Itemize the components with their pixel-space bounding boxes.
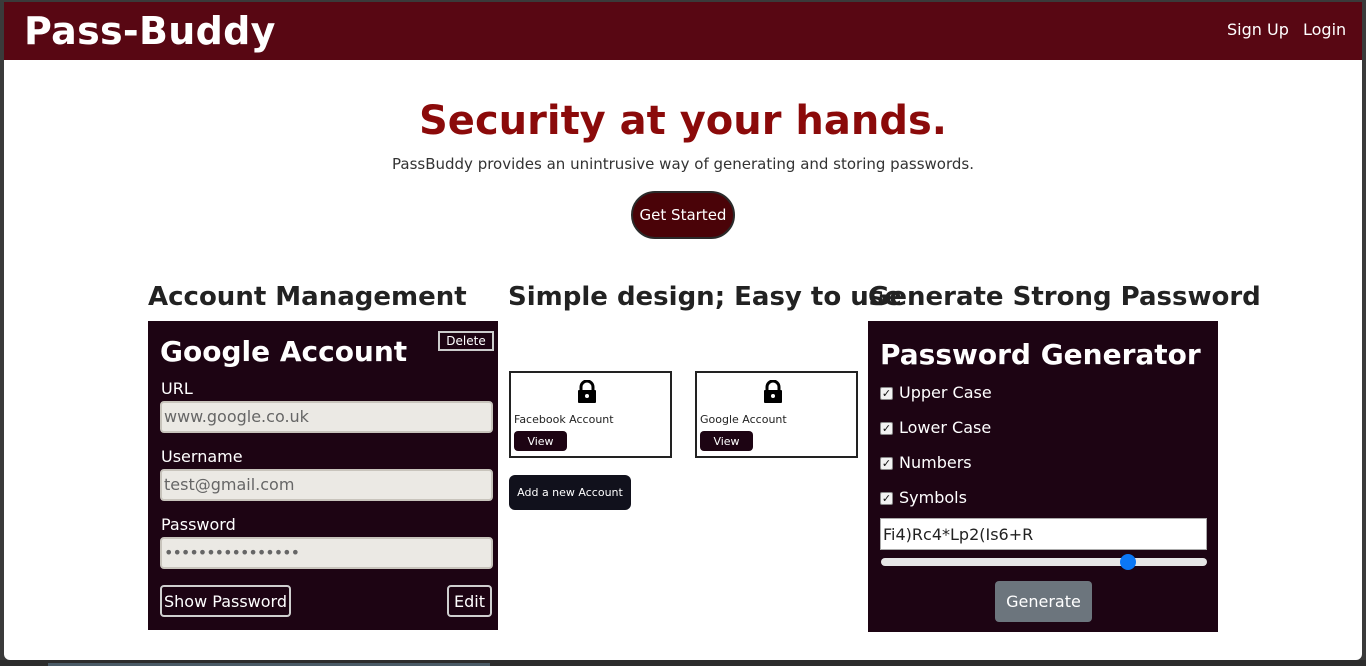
brand-logo[interactable]: Pass-Buddy [24,8,276,54]
checkbox[interactable]: ✓ [880,491,893,505]
account-tile: Google Account View [695,371,858,458]
view-button[interactable]: View [700,431,753,451]
generated-password-field[interactable] [880,518,1207,550]
add-account-button[interactable]: Add a new Account [509,475,631,510]
username-label: Username [161,447,243,466]
account-card-title: Google Account [160,335,408,368]
hero-title: Security at your hands. [419,98,947,144]
url-label: URL [161,379,193,398]
option-upper-case[interactable]: ✓ Upper Case [880,382,992,404]
option-symbols[interactable]: ✓ Symbols [880,487,967,509]
view-button[interactable]: View [514,431,567,451]
navbar: Pass-Buddy Sign Up Login [4,2,1362,60]
edit-button[interactable]: Edit [447,585,492,617]
section-title-account-management: Account Management [148,282,467,312]
slider-thumb[interactable] [1119,554,1136,570]
show-password-button[interactable]: Show Password [160,585,291,617]
option-lower-case[interactable]: ✓ Lower Case [880,417,991,439]
password-field[interactable]: •••••••••••••••• [160,537,493,569]
length-slider[interactable] [881,554,1207,570]
signup-link[interactable]: Sign Up [1227,20,1289,40]
generator-title: Password Generator [880,338,1201,371]
account-tile-name: Facebook Account [514,413,614,426]
lock-icon [764,380,782,403]
option-label: Numbers [899,453,972,472]
username-field[interactable]: test@gmail.com [160,469,493,501]
checkbox[interactable]: ✓ [880,386,893,400]
option-label: Symbols [899,488,967,507]
password-label: Password [161,515,236,534]
page: Pass-Buddy Sign Up Login Security at you… [4,2,1362,660]
option-label: Upper Case [899,383,992,402]
url-field[interactable]: www.google.co.uk [160,401,493,433]
account-tile-name: Google Account [700,413,787,426]
option-numbers[interactable]: ✓ Numbers [880,452,972,474]
login-link[interactable]: Login [1303,20,1346,40]
hero-subtitle: PassBuddy provides an unintrusive way of… [392,155,974,173]
generate-button[interactable]: Generate [995,581,1092,622]
lock-icon [578,380,596,403]
checkbox[interactable]: ✓ [880,421,893,435]
account-card: Google Account Delete URL www.google.co.… [148,321,498,630]
delete-button[interactable]: Delete [438,331,494,351]
option-label: Lower Case [899,418,992,437]
section-title-generate: Generate Strong Password [868,282,1261,312]
get-started-button[interactable]: Get Started [631,191,735,239]
password-generator: Password Generator ✓ Upper Case ✓ Lower … [868,321,1218,632]
section-title-simple-design: Simple design; Easy to use [508,282,902,312]
account-tile: Facebook Account View [509,371,672,458]
taskbar-edge [0,660,1366,666]
checkbox[interactable]: ✓ [880,456,893,470]
